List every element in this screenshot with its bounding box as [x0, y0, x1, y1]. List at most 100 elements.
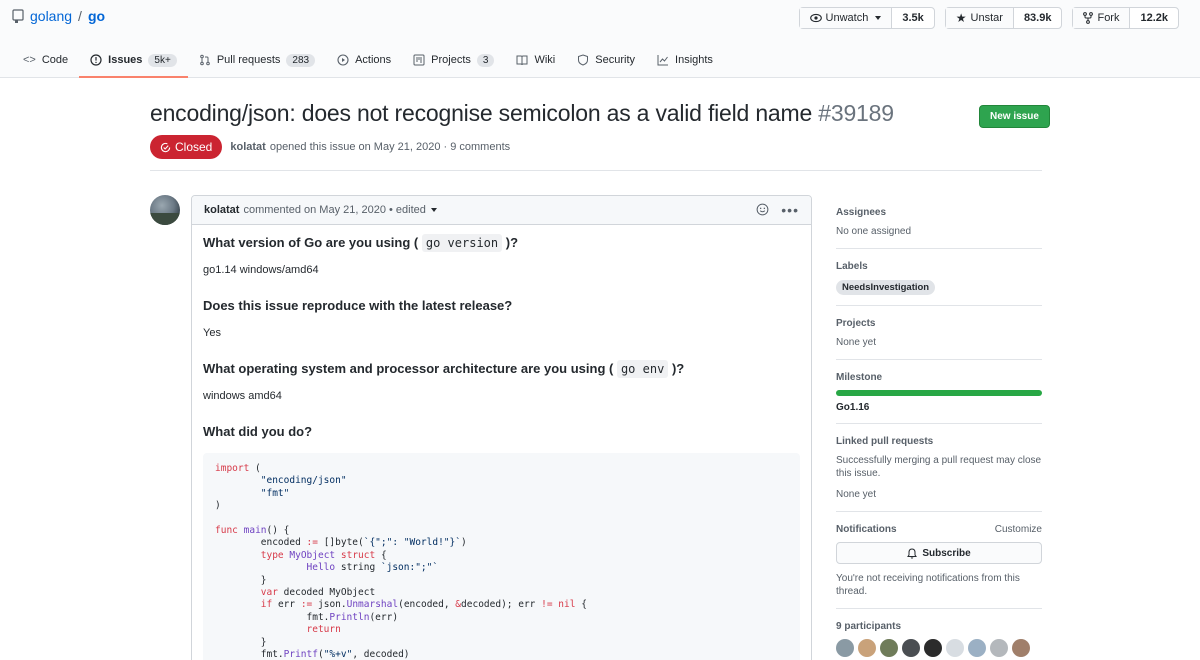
- bell-icon: [907, 547, 918, 559]
- fork-icon: [1083, 12, 1094, 24]
- comment-tools: •••: [756, 203, 799, 217]
- status-label: Closed: [175, 140, 213, 154]
- tab-wiki[interactable]: Wiki: [505, 44, 566, 78]
- comment-author-link[interactable]: kolatat: [204, 204, 239, 216]
- kebab-horizontal-icon[interactable]: •••: [781, 203, 799, 217]
- question-text: )?: [671, 361, 685, 376]
- question-os-arch: What operating system and processor arch…: [203, 360, 800, 378]
- issue-title: encoding/json: does not recognise semico…: [150, 100, 894, 127]
- avatar[interactable]: [836, 639, 854, 657]
- tab-counter: 5k+: [148, 53, 177, 67]
- answer-latest-release: Yes: [203, 327, 221, 339]
- tab-label: Wiki: [534, 54, 556, 66]
- issue-opened-icon: [90, 54, 102, 66]
- tab-label: Actions: [355, 54, 392, 66]
- new-issue-button[interactable]: New issue: [979, 105, 1050, 128]
- avatar[interactable]: [902, 639, 920, 657]
- avatar[interactable]: [150, 195, 180, 225]
- issue-author-link[interactable]: kolatat: [230, 141, 265, 153]
- inline-code: go version: [421, 234, 503, 252]
- tab-label: Code: [41, 54, 69, 66]
- issue-meta: Closed kolatat opened this issue on May …: [150, 135, 510, 159]
- star-button-group: ★ Unstar 83.9k: [944, 7, 1063, 29]
- question-what-did-you-do: What did you do?: [203, 424, 313, 439]
- subscribe-button[interactable]: Subscribe: [836, 542, 1042, 564]
- milestone-progress-fill: [836, 390, 1042, 396]
- tab-insights[interactable]: Insights: [646, 44, 724, 78]
- linked-prs-description: Successfully merging a pull request may …: [836, 455, 1042, 479]
- repo-icon: [12, 9, 24, 23]
- avatar[interactable]: [968, 639, 986, 657]
- sidebar-projects: Projects None yet: [836, 306, 1042, 360]
- avatar[interactable]: [858, 639, 876, 657]
- tab-code[interactable]: <> Code: [12, 44, 79, 78]
- fork-button[interactable]: Fork: [1073, 8, 1131, 28]
- watchers-count[interactable]: 3.5k: [892, 8, 934, 28]
- tab-projects[interactable]: Projects 3: [402, 44, 505, 78]
- unwatch-button[interactable]: Unwatch: [799, 8, 893, 28]
- notifications-label: Notifications: [836, 524, 897, 535]
- unstar-label: Unstar: [970, 12, 1003, 24]
- repo-name-link[interactable]: go: [88, 8, 105, 24]
- notifications-text: You're not receiving notifications from …: [836, 573, 1020, 597]
- play-icon: [337, 54, 349, 66]
- smiley-icon[interactable]: [756, 203, 769, 216]
- eye-icon: [809, 13, 822, 23]
- sidebar-milestone: Milestone Go1.16: [836, 360, 1042, 424]
- answer-os-arch: windows amd64: [203, 390, 282, 402]
- tab-label: Issues: [108, 54, 143, 66]
- avatar[interactable]: [924, 639, 942, 657]
- answer-go-version: go1.14 windows/amd64: [203, 264, 319, 276]
- repo-owner-link[interactable]: golang: [30, 8, 72, 24]
- label-needs-investigation[interactable]: NeedsInvestigation: [836, 280, 936, 295]
- chevron-down-icon[interactable]: [430, 208, 437, 212]
- question-go-version: What version of Go are you using ( go ve…: [203, 234, 800, 252]
- tab-label: Projects: [431, 54, 471, 66]
- unstar-button[interactable]: ★ Unstar: [945, 8, 1014, 28]
- repo-header: golang / go Unwatch 3.5k ★ Unstar 83.9k …: [0, 0, 1200, 78]
- fork-label: Fork: [1097, 12, 1120, 24]
- code-icon: <>: [23, 54, 36, 66]
- repo-title: golang / go: [12, 8, 105, 24]
- tab-counter: 283: [286, 53, 316, 67]
- sidebar-participants: 9 participants: [836, 609, 1042, 660]
- stars-count[interactable]: 83.9k: [1013, 8, 1062, 28]
- avatar[interactable]: [946, 639, 964, 657]
- tab-issues[interactable]: Issues 5k+: [79, 44, 188, 78]
- tab-label: Pull requests: [216, 54, 281, 66]
- assignees-value: No one assigned: [836, 226, 912, 237]
- milestone-link[interactable]: Go1.16: [836, 402, 1042, 413]
- fork-button-group: Fork 12.2k: [1072, 7, 1179, 29]
- question-text: )?: [505, 235, 519, 250]
- participants-list: [836, 639, 1042, 657]
- sidebar-heading: Notifications Customize: [836, 524, 1042, 535]
- customize-link[interactable]: Customize: [995, 524, 1042, 535]
- repo-separator: /: [78, 8, 82, 24]
- avatar[interactable]: [880, 639, 898, 657]
- sidebar-heading: Milestone: [836, 372, 883, 383]
- question-text: What version of Go are you using (: [203, 235, 419, 250]
- forks-count[interactable]: 12.2k: [1130, 8, 1178, 28]
- tab-pull-requests[interactable]: Pull requests 283: [188, 44, 326, 78]
- avatar[interactable]: [990, 639, 1008, 657]
- comment-meta[interactable]: commented on May 21, 2020 • edited: [243, 204, 425, 216]
- tab-security[interactable]: Security: [566, 44, 646, 78]
- graph-icon: [657, 55, 669, 66]
- subscribe-label: Subscribe: [922, 547, 971, 559]
- book-icon: [516, 55, 528, 66]
- code-snippet: import ( "encoding/json" "fmt" ) func ma…: [203, 453, 800, 660]
- tab-label: Security: [595, 54, 636, 66]
- issue-closed-icon: [160, 142, 171, 152]
- sidebar-heading: Projects: [836, 318, 876, 329]
- repo-actions: Unwatch 3.5k ★ Unstar 83.9k Fork 12.2k: [798, 7, 1179, 29]
- repo-tabs: <> Code Issues 5k+ Pull requests 283 Act…: [12, 44, 724, 78]
- tab-counter: 3: [476, 53, 495, 67]
- tab-actions[interactable]: Actions: [326, 44, 402, 78]
- avatar[interactable]: [1012, 639, 1030, 657]
- issue-comment: kolatat commented on May 21, 2020 • edit…: [191, 195, 812, 660]
- sidebar-heading: Labels: [836, 261, 868, 272]
- star-icon: ★: [955, 11, 967, 25]
- chevron-down-icon: [875, 16, 882, 20]
- comment-header: kolatat commented on May 21, 2020 • edit…: [192, 196, 811, 225]
- sidebar-linked-prs: Linked pull requests Successfully mergin…: [836, 424, 1042, 512]
